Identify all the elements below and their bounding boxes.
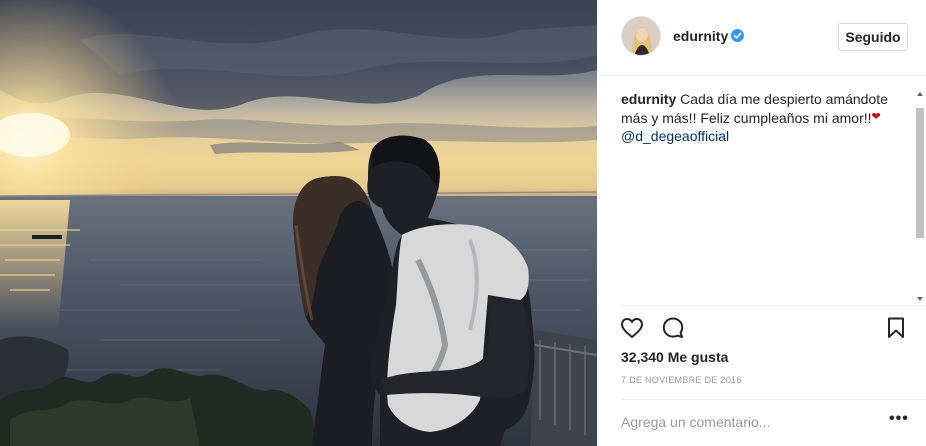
likes-count[interactable]: 32,340 Me gusta — [621, 349, 728, 365]
add-comment-section: ••• — [621, 399, 926, 446]
more-options-button[interactable]: ••• — [889, 411, 909, 429]
save-button[interactable] — [883, 315, 909, 341]
post-header: edurnity Seguido — [597, 0, 926, 76]
divider — [621, 305, 926, 306]
post-date[interactable]: 7 DE NOVIEMBRE DE 2016 — [621, 375, 742, 385]
comments-scrollbar[interactable] — [914, 90, 926, 303]
caption-mention-link[interactable]: @d_degeaofficial — [621, 127, 891, 145]
verified-badge-icon — [731, 29, 744, 42]
comment-button[interactable] — [660, 315, 686, 341]
caption: edurnity Cada día me despierto amándote … — [621, 90, 891, 145]
red-heart-emoji-icon: ❤ — [871, 111, 881, 123]
avatar-image — [622, 17, 660, 55]
heart-icon — [621, 318, 643, 338]
following-button[interactable]: Seguido — [838, 23, 908, 51]
post-details-panel: edurnity Seguido edurnity Cada día me de… — [597, 0, 926, 446]
avatar[interactable] — [621, 16, 661, 56]
author-username[interactable]: edurnity — [673, 28, 728, 44]
like-button[interactable] — [619, 315, 645, 341]
sunset-kiss-image — [0, 0, 597, 446]
comment-bubble-icon — [662, 317, 684, 338]
scroll-up-arrow-icon[interactable] — [917, 92, 923, 96]
scroll-down-arrow-icon[interactable] — [917, 297, 923, 301]
comment-input[interactable] — [621, 412, 861, 432]
scroll-thumb[interactable] — [916, 108, 924, 238]
post-photo[interactable] — [0, 0, 597, 446]
caption-author[interactable]: edurnity — [621, 91, 676, 107]
bookmark-icon — [888, 317, 904, 338]
